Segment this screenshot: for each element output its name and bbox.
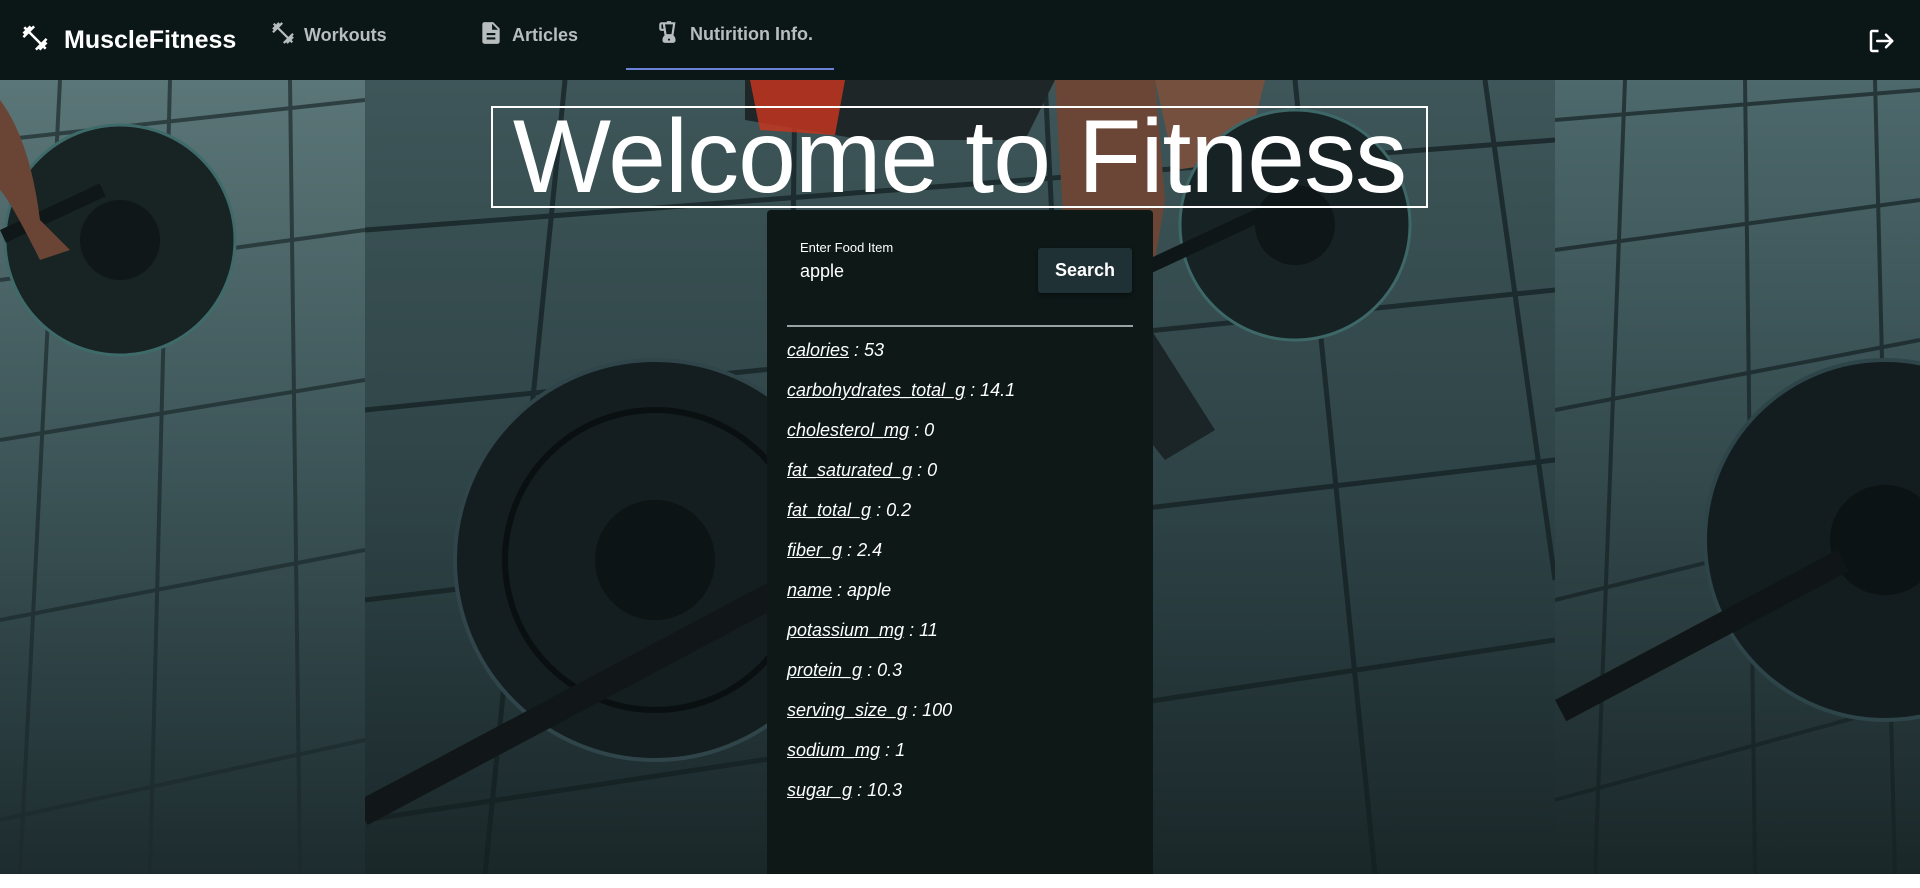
top-navbar: MuscleFitness Workouts Articles Nutiriti… — [0, 0, 1920, 80]
search-button[interactable]: Search — [1038, 248, 1132, 293]
list-item: potassium_mg : 11 — [787, 610, 1015, 650]
result-key: sugar_g — [787, 780, 853, 800]
result-value: 100 — [922, 700, 953, 720]
dumbbell-icon — [20, 23, 50, 58]
tab-label: Workouts — [304, 24, 387, 45]
logout-button[interactable] — [1866, 26, 1896, 56]
page-bottom-edge — [0, 874, 1920, 888]
result-key: protein_g — [787, 660, 863, 680]
tab-label: Nutirition Info. — [690, 23, 813, 44]
result-separator: : — [907, 700, 923, 720]
result-key: carbohydrates_total_g — [787, 380, 966, 400]
article-icon — [478, 20, 512, 51]
brand[interactable]: MuscleFitness — [20, 0, 236, 80]
list-item: fat_saturated_g : 0 — [787, 450, 1015, 490]
tab-nutrition-info[interactable]: Nutirition Info. — [626, 0, 834, 70]
result-separator: : — [842, 540, 858, 560]
brand-name: MuscleFitness — [64, 25, 237, 54]
result-separator: : — [862, 660, 878, 680]
divider — [787, 325, 1133, 327]
tab-workouts[interactable]: Workouts — [270, 0, 387, 70]
result-value: 0.3 — [877, 660, 903, 680]
list-item: fiber_g : 2.4 — [787, 530, 1015, 570]
list-item: sugar_g : 10.3 — [787, 770, 1015, 810]
result-separator: : — [909, 420, 925, 440]
list-item: sodium_mg : 1 — [787, 730, 1015, 770]
result-value: 0 — [927, 460, 938, 480]
result-separator: : — [871, 500, 887, 520]
result-value: 2.4 — [857, 540, 883, 560]
result-key: cholesterol_mg — [787, 420, 910, 440]
dumbbell-icon — [270, 20, 304, 51]
result-separator: : — [912, 460, 928, 480]
blender-icon — [656, 19, 690, 50]
result-separator: : — [852, 780, 868, 800]
result-separator: : — [880, 740, 896, 760]
background-image-left — [0, 80, 365, 874]
result-value: 14.1 — [980, 380, 1016, 400]
result-key: fat_total_g — [787, 500, 872, 520]
result-separator: : — [832, 580, 848, 600]
list-item: name : apple — [787, 570, 1015, 610]
result-value: 10.3 — [867, 780, 903, 800]
tab-articles[interactable]: Articles — [478, 0, 578, 70]
list-item: cholesterol_mg : 0 — [787, 410, 1015, 450]
list-item: carbohydrates_total_g : 14.1 — [787, 370, 1015, 410]
result-key: potassium_mg — [787, 620, 905, 640]
result-value: 0.2 — [886, 500, 912, 520]
result-separator: : — [904, 620, 920, 640]
result-key: name — [787, 580, 833, 600]
result-separator: : — [849, 340, 865, 360]
nutrition-search-card: Enter Food Item Search calories : 53 car… — [767, 210, 1153, 874]
page-title: Welcome to Fitness — [491, 106, 1428, 208]
result-value: 1 — [895, 740, 906, 760]
food-item-input[interactable] — [800, 257, 1015, 285]
list-item: protein_g : 0.3 — [787, 650, 1015, 690]
list-item: fat_total_g : 0.2 — [787, 490, 1015, 530]
result-key: serving_size_g — [787, 700, 908, 720]
food-item-label: Enter Food Item — [800, 240, 894, 255]
nutrition-results-list: calories : 53 carbohydrates_total_g : 14… — [787, 330, 1015, 810]
result-value: apple — [847, 580, 892, 600]
result-separator: : — [965, 380, 981, 400]
result-value: 0 — [924, 420, 935, 440]
list-item: calories : 53 — [787, 330, 1015, 370]
result-value: 53 — [864, 340, 885, 360]
result-key: fat_saturated_g — [787, 460, 913, 480]
logout-icon — [1866, 29, 1896, 60]
result-value: 11 — [919, 620, 938, 640]
background-image-right — [1555, 80, 1920, 874]
tab-label: Articles — [512, 24, 579, 45]
list-item: serving_size_g : 100 — [787, 690, 1015, 730]
result-key: calories — [787, 340, 850, 360]
result-key: fiber_g — [787, 540, 843, 560]
result-key: sodium_mg — [787, 740, 881, 760]
